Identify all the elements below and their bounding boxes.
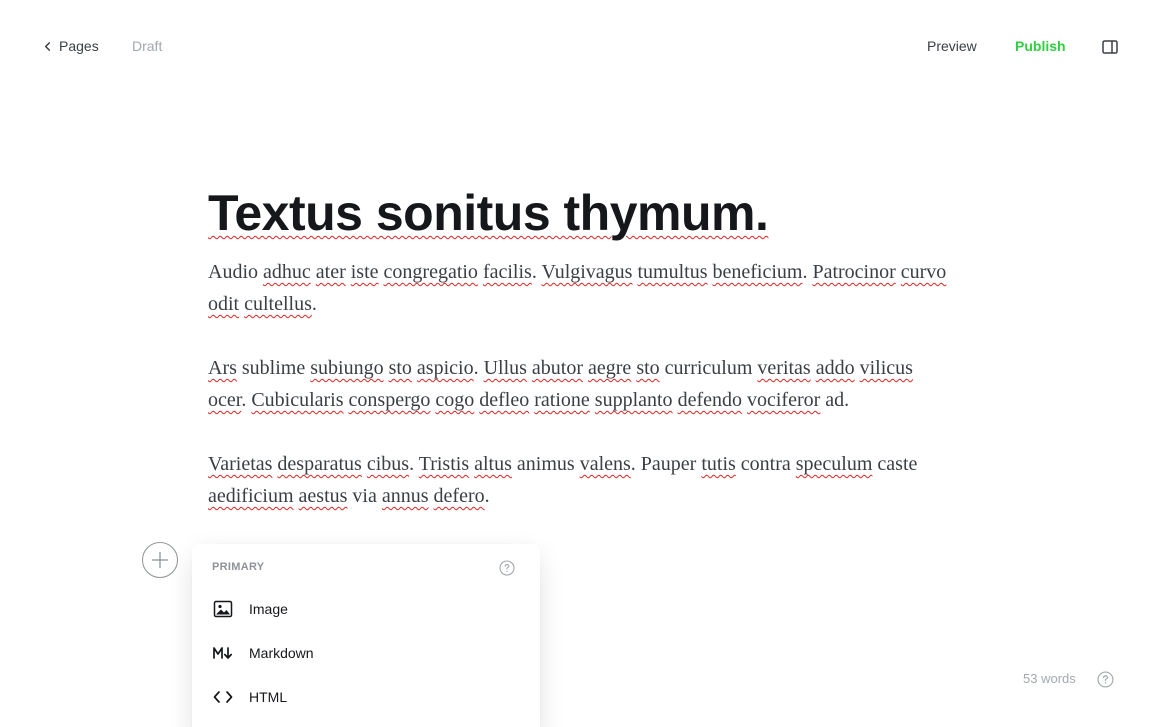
back-to-pages-link[interactable]: Pages xyxy=(42,38,99,54)
card-menu-item-label: HTML xyxy=(249,689,288,705)
image-icon xyxy=(212,598,234,620)
preview-button[interactable]: Preview xyxy=(927,38,977,54)
help-icon[interactable] xyxy=(499,560,515,576)
publish-button[interactable]: Publish xyxy=(1015,38,1066,54)
editor-topbar: Pages Draft Preview Publish xyxy=(0,0,1156,94)
card-menu: PRIMARY Image Markdown HTML xyxy=(192,544,540,727)
card-menu-section-title: PRIMARY xyxy=(212,561,265,573)
sidebar-toggle-icon[interactable] xyxy=(1101,38,1119,56)
editor-canvas[interactable]: Textus sonitus thymum. Audio adhuc ater … xyxy=(208,180,948,544)
chevron-left-icon xyxy=(44,41,51,51)
card-menu-item-image[interactable]: Image xyxy=(192,587,540,631)
body-paragraph[interactable]: Ars sublime subiungo sto aspicio. Ullus … xyxy=(208,352,948,416)
help-icon[interactable] xyxy=(1097,671,1114,688)
markdown-icon xyxy=(212,642,234,664)
post-title[interactable]: Textus sonitus thymum. xyxy=(208,180,948,246)
body-paragraph[interactable]: Audio adhuc ater iste congregatio facili… xyxy=(208,256,948,320)
body-paragraph[interactable]: Varietas desparatus cibus. Tristis altus… xyxy=(208,448,948,512)
code-icon xyxy=(212,686,234,708)
plus-icon xyxy=(152,552,168,568)
post-status: Draft xyxy=(132,38,163,54)
post-body[interactable]: Audio adhuc ater iste congregatio facili… xyxy=(208,256,948,512)
card-menu-item-label: Markdown xyxy=(249,645,314,661)
back-link-label: Pages xyxy=(59,38,99,54)
card-menu-item-html[interactable]: HTML xyxy=(192,675,540,719)
card-menu-item-label: Image xyxy=(249,601,288,617)
word-count: 53 words xyxy=(1023,671,1076,686)
card-menu-item-markdown[interactable]: Markdown xyxy=(192,631,540,675)
add-card-button[interactable] xyxy=(142,542,178,578)
